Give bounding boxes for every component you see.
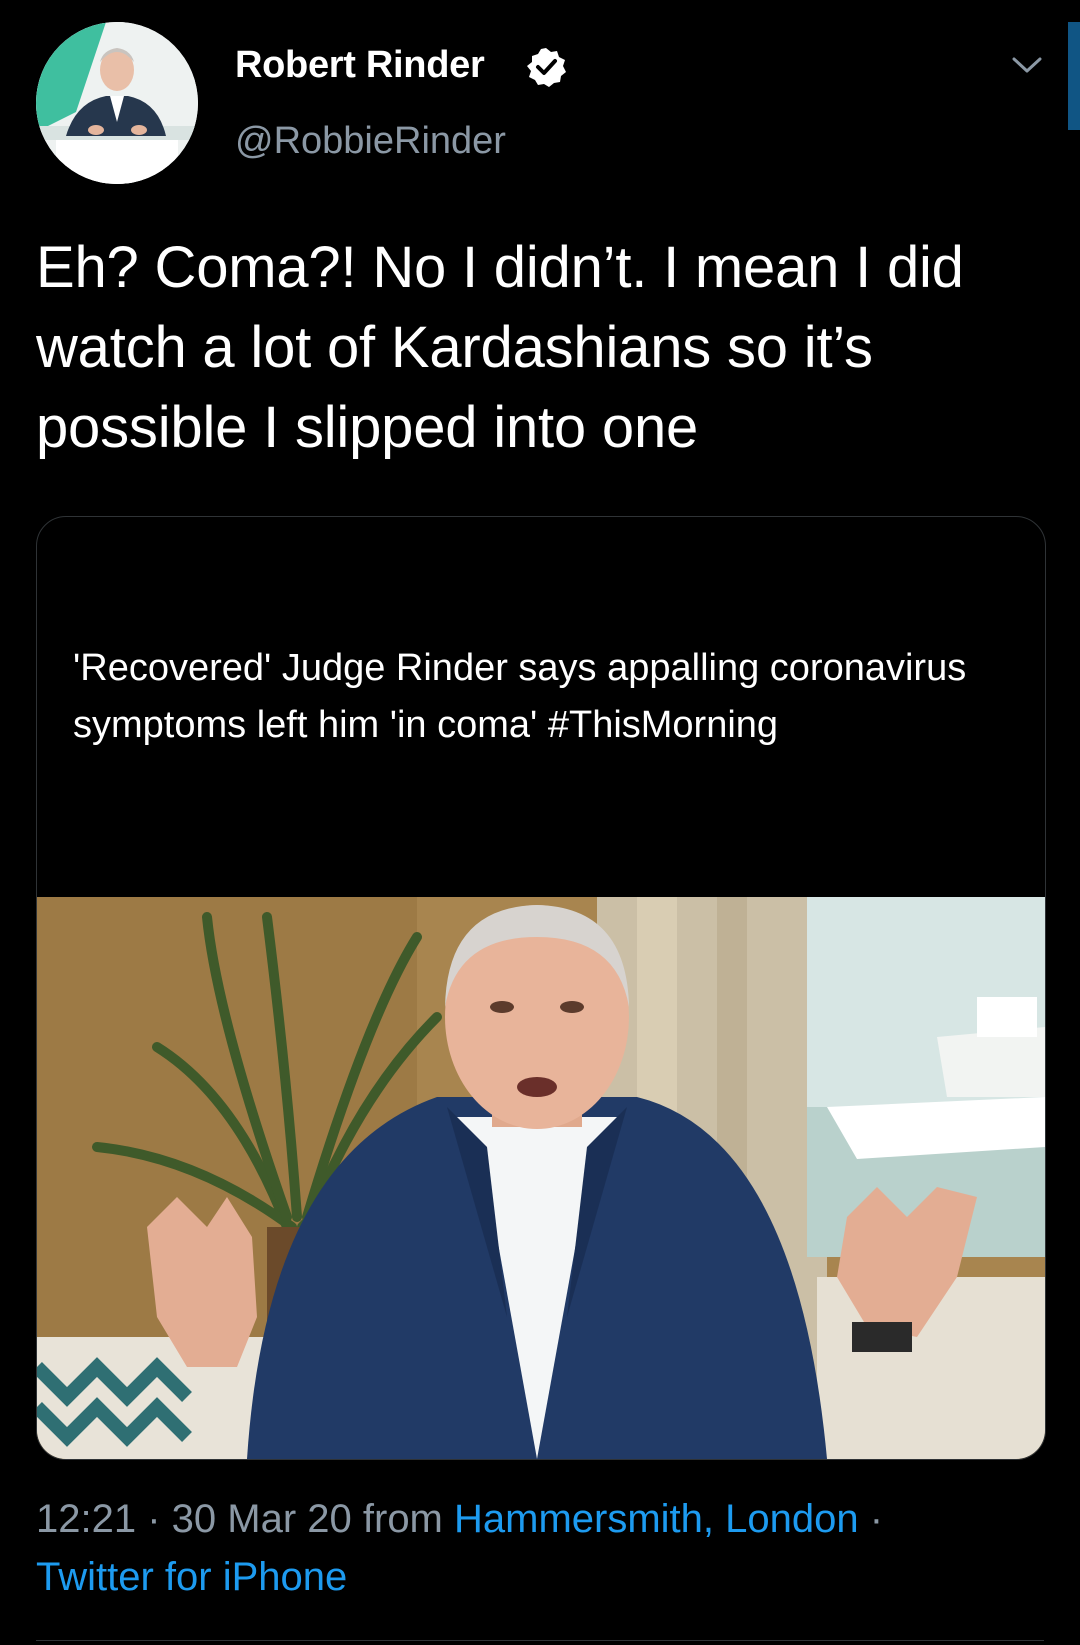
card-text: 'Recovered' Judge Rinder says appalling …: [73, 647, 967, 746]
chevron-down-icon[interactable]: [1010, 52, 1044, 78]
source-link[interactable]: Twitter for iPhone: [36, 1555, 347, 1599]
link-card[interactable]: 'Recovered' Judge Rinder says appalling …: [36, 516, 1046, 1460]
separator: ·: [858, 1497, 884, 1541]
card-image: [37, 897, 1045, 1459]
display-name[interactable]: Robert Rinder: [235, 44, 485, 87]
avatar[interactable]: [36, 22, 198, 184]
avatar-photo: [36, 22, 198, 184]
divider: [36, 1640, 1044, 1641]
location-link[interactable]: Hammersmith, London: [454, 1497, 859, 1541]
tweet-meta: 12:21 · 30 Mar 20 from Hammersmith, Lond…: [36, 1490, 1056, 1606]
tweet-text: Eh? Coma?! No I didn’t. I mean I did wat…: [36, 235, 964, 460]
tweet: Robert Rinder @RobbieRinder Eh? Coma?! N…: [0, 0, 1080, 1645]
date[interactable]: 30 Mar 20: [172, 1497, 352, 1541]
timestamp[interactable]: 12:21: [36, 1497, 136, 1541]
from-label: from: [351, 1497, 454, 1541]
separator: ·: [136, 1497, 172, 1541]
handle[interactable]: @RobbieRinder: [235, 120, 506, 163]
scrollbar[interactable]: [1068, 22, 1080, 130]
verified-badge-icon: [527, 48, 566, 87]
